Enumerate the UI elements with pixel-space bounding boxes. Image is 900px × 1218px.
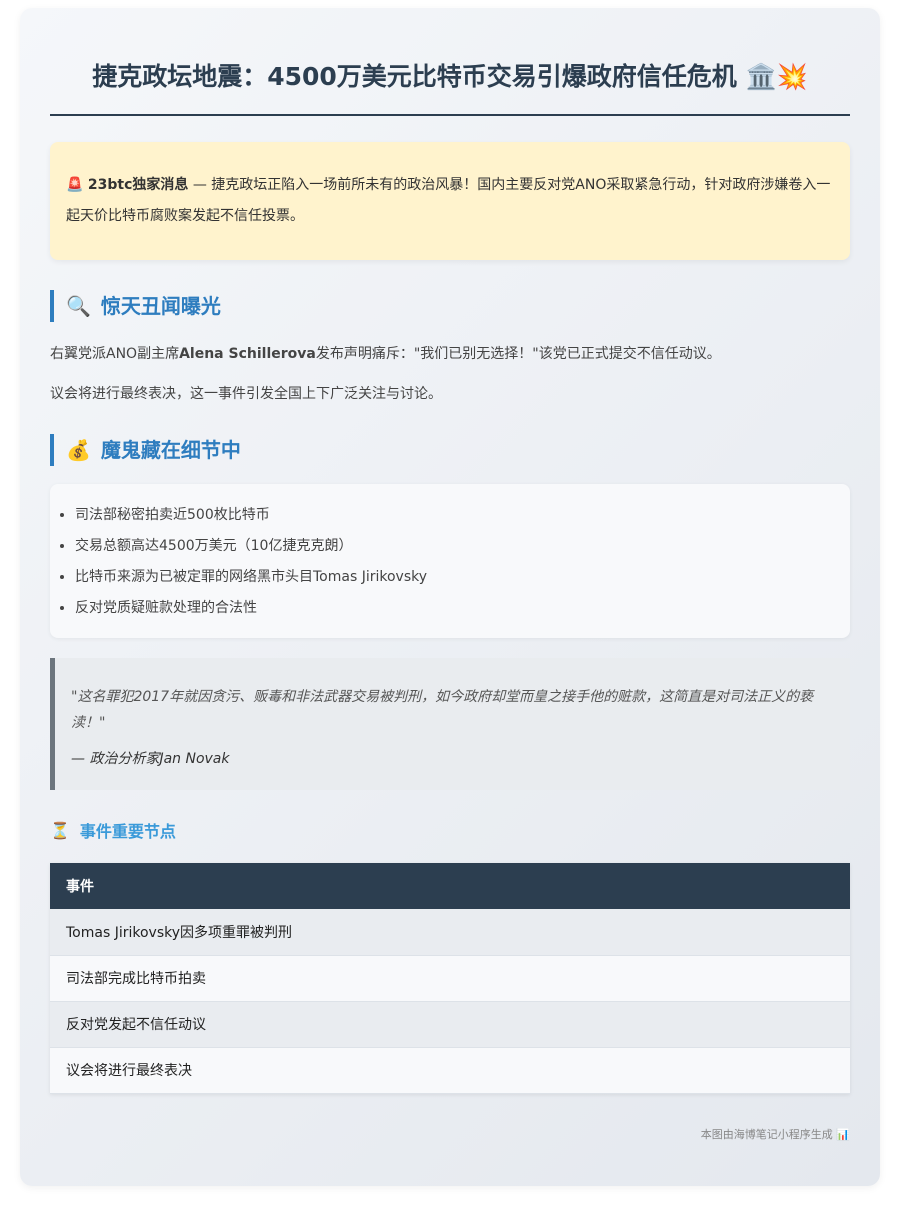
siren-icon: 🚨: [66, 177, 84, 193]
section-scandal-title: 惊天丑闻曝光: [100, 294, 221, 318]
table-cell: Tomas Jirikovsky因多项重罪被判刑: [50, 909, 850, 956]
list-item: 交易总额高达4500万美元（10亿捷克克朗）: [75, 531, 834, 562]
list-item: 反对党质疑赃款处理的合法性: [75, 593, 834, 624]
table-cell: 议会将进行最终表决: [50, 1047, 850, 1094]
page-title: 捷克政坛地震：4500万美元比特币交易引爆政府信任危机 🏛️💥: [50, 54, 850, 116]
section-details-title: 魔鬼藏在细节中: [100, 438, 241, 462]
table-row: 反对党发起不信任动议: [50, 1001, 850, 1048]
timeline-table: 事件 Tomas Jirikovsky因多项重罪被判刑 司法部完成比特币拍卖 反…: [50, 863, 850, 1094]
table-cell: 反对党发起不信任动议: [50, 1001, 850, 1048]
quote-text: "这名罪犯2017年就因贪污、贩毒和非法武器交易被判刑，如今政府却堂而皇之接手他…: [71, 689, 814, 731]
details-list: 司法部秘密拍卖近500枚比特币 交易总额高达4500万美元（10亿捷克克朗） 比…: [75, 500, 834, 624]
article-card: 捷克政坛地震：4500万美元比特币交易引爆政府信任危机 🏛️💥 🚨 23btc独…: [20, 8, 880, 1186]
table-row: 司法部完成比特币拍卖: [50, 955, 850, 1002]
timeline-heading: ⏳ 事件重要节点: [50, 818, 850, 842]
bar-chart-icon: 📊: [836, 1127, 850, 1141]
section-scandal-heading: 🔍 惊天丑闻曝光: [50, 290, 850, 322]
bank-explosion-icon: 🏛️💥: [745, 62, 808, 91]
footer-text: 本图由海博笔记小程序生成: [700, 1127, 833, 1141]
scandal-paragraph-1: 右翼党派ANO副主席Alena Schillerova发布声明痛斥："我们已别无…: [50, 344, 850, 364]
alert-source: 23btc独家消息: [87, 177, 189, 193]
section-details-heading: 💰 魔鬼藏在细节中: [50, 434, 850, 466]
quote-author: — 政治分析家Jan Novak: [71, 751, 230, 767]
table-row: Tomas Jirikovsky因多项重罪被判刑: [50, 909, 850, 956]
details-list-box: 司法部秘密拍卖近500枚比特币 交易总额高达4500万美元（10亿捷克克朗） 比…: [50, 484, 850, 638]
list-item: 司法部秘密拍卖近500枚比特币: [75, 500, 834, 531]
hourglass-icon: ⏳: [50, 820, 70, 840]
breaking-news-alert: 🚨 23btc独家消息 — 捷克政坛正陷入一场前所未有的政治风暴！国内主要反对党…: [50, 142, 850, 260]
analyst-quote: "这名罪犯2017年就因贪污、贩毒和非法武器交易被判刑，如今政府却堂而皇之接手他…: [50, 658, 850, 790]
table-header-row: 事件: [50, 863, 850, 909]
scandal-paragraph-2: 议会将进行最终表决，这一事件引发全国上下广泛关注与讨论。: [50, 386, 442, 402]
magnifier-icon: 🔍: [66, 294, 91, 318]
table-cell: 司法部完成比特币拍卖: [50, 955, 850, 1002]
paragraph-prefix: 右翼党派ANO副主席: [50, 346, 180, 362]
money-bag-icon: 💰: [66, 438, 91, 462]
timeline-title: 事件重要节点: [79, 822, 176, 841]
page-title-text: 捷克政坛地震：4500万美元比特币交易引爆政府信任危机: [92, 62, 737, 91]
paragraph-suffix: 发布声明痛斥："我们已别无选择！"该党已正式提交不信任动议。: [315, 346, 721, 362]
list-item: 比特币来源为已被定罪的网络黑市头目Tomas Jirikovsky: [75, 562, 834, 593]
table-row: 议会将进行最终表决: [50, 1047, 850, 1094]
person-name: Alena Schillerova: [179, 346, 316, 362]
footer-credit: 本图由海博笔记小程序生成 📊: [50, 1126, 850, 1142]
column-header-event: 事件: [50, 863, 850, 909]
